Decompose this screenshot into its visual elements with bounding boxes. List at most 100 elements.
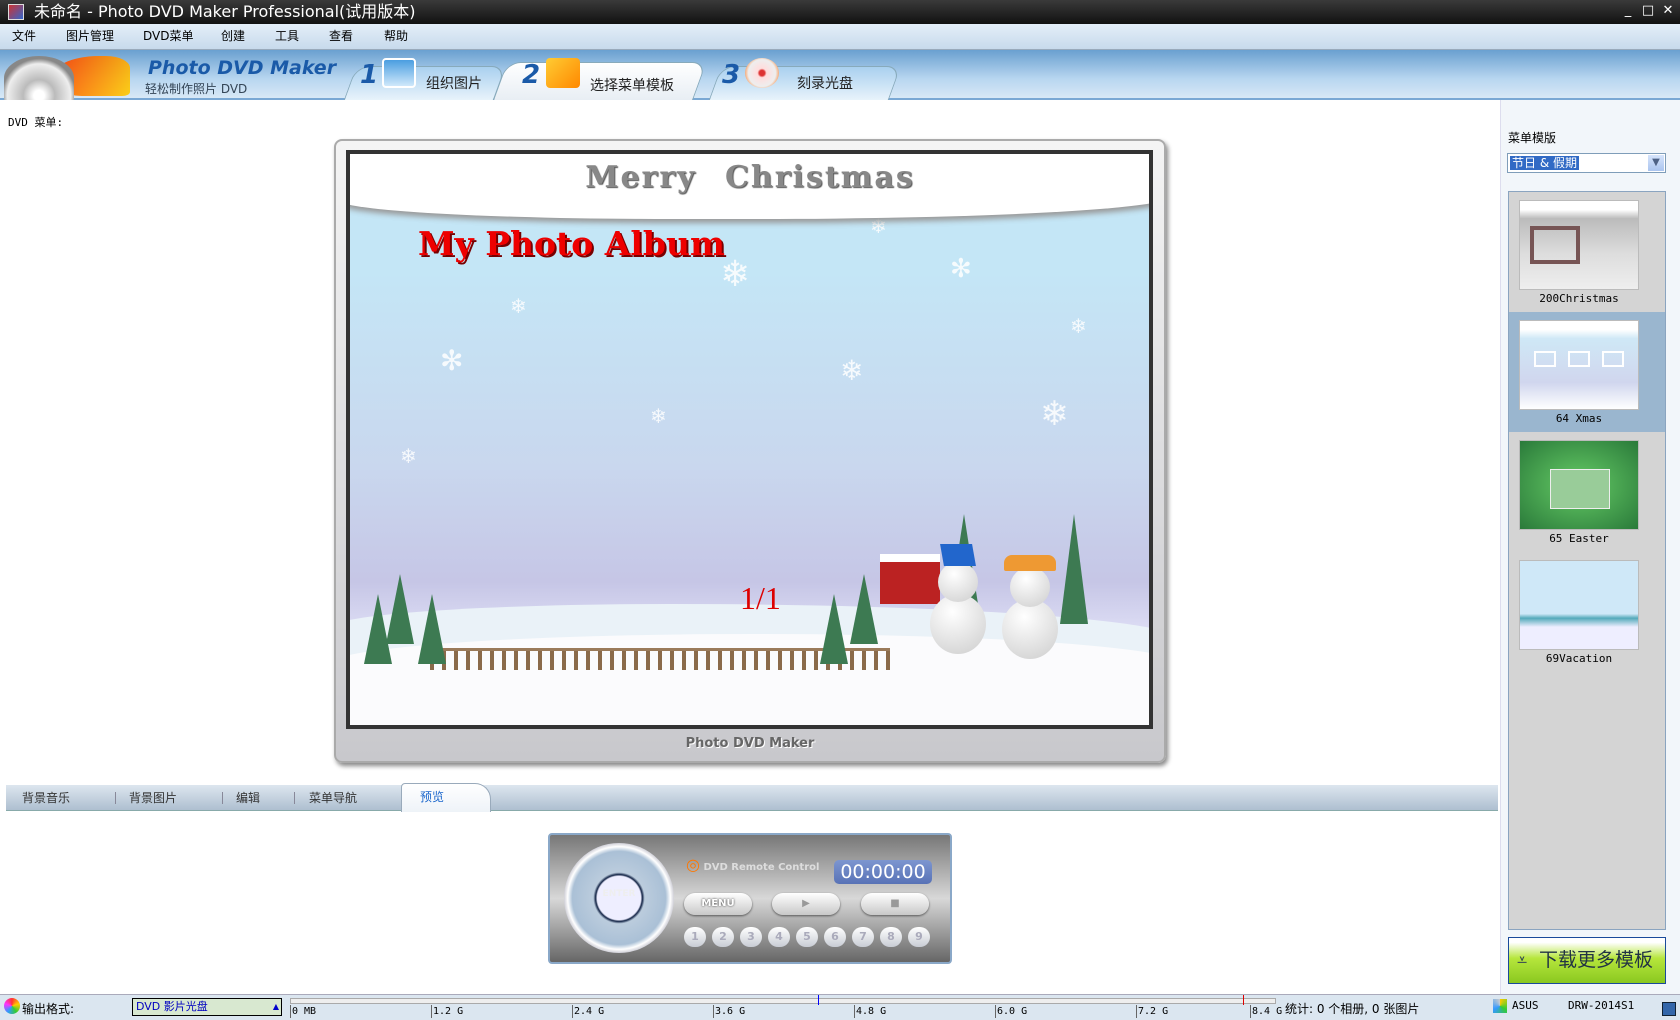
output-format-label: 输出格式:	[22, 1002, 75, 1016]
template-name: 64 Xmas	[1555, 412, 1603, 425]
tab-menu-navigation[interactable]: 菜单导航	[309, 785, 357, 811]
title-bar: 未命名 - Photo DVD Maker Professional(试用版本)…	[0, 0, 1680, 24]
photos-icon	[382, 58, 416, 88]
snowman	[1002, 549, 1058, 659]
step-3-number: 3	[722, 60, 741, 90]
cd-drive-icon[interactable]	[1493, 999, 1507, 1013]
chevron-down-icon[interactable]: ▼	[1648, 155, 1664, 171]
app-icon[interactable]	[8, 4, 24, 20]
menu-create[interactable]: 创建	[221, 24, 245, 49]
tab-divider	[294, 792, 295, 804]
template-label: 菜单模版	[1508, 131, 1557, 145]
tab-preview[interactable]: 预览	[401, 783, 491, 812]
number-button-1[interactable]: 1	[684, 927, 706, 947]
template-list[interactable]: 200Christmas 64 Xmas 65 Easter 69Vacatio…	[1508, 191, 1666, 930]
template-name: 69Vacation	[1545, 652, 1613, 665]
output-format-value: DVD 影片光盘	[136, 1000, 208, 1013]
template-item[interactable]: 69Vacation	[1509, 552, 1665, 672]
drive-vendor[interactable]: ASUS	[1512, 999, 1539, 1012]
tab-background-music[interactable]: 背景音乐	[22, 785, 70, 811]
pine-tree	[386, 574, 414, 644]
step-3-label: 刻录光盘	[797, 76, 853, 92]
number-button-7[interactable]: 7	[852, 927, 874, 947]
logo-disc-icon	[4, 56, 74, 100]
template-item[interactable]: 64 Xmas	[1509, 312, 1665, 432]
menu-preview-screen[interactable]: ❄ ❄ ✻ ❄ ❄ ❄ ❄ ✻ ❄ ❄ Merry Christmas My P…	[346, 150, 1153, 729]
swirl-logo-icon: ◎	[686, 855, 700, 874]
tab-edit[interactable]: 编辑	[236, 785, 260, 811]
number-button-6[interactable]: 6	[824, 927, 846, 947]
menu-file[interactable]: 文件	[12, 24, 36, 49]
tray-icon[interactable]	[1662, 1002, 1676, 1016]
menu-button[interactable]: MENU	[684, 893, 752, 915]
menu-tools[interactable]: 工具	[275, 24, 299, 49]
album-title[interactable]: My Photo Album	[418, 224, 725, 263]
stop-button[interactable]: ■	[861, 893, 929, 915]
tab-background-image[interactable]: 背景图片	[129, 785, 177, 811]
step-1-label: 组织图片	[426, 76, 482, 92]
album-stats: 统计: 0 个相册, 0 张图片	[1285, 1002, 1420, 1016]
template-item[interactable]: 200Christmas	[1509, 192, 1665, 312]
number-button-8[interactable]: 8	[880, 927, 902, 947]
maximize-button[interactable]: □	[1640, 3, 1656, 19]
pine-tree	[418, 594, 446, 664]
drive-model[interactable]: DRW-2014S1	[1568, 999, 1634, 1012]
step-2-number: 2	[522, 60, 541, 90]
dvd-menu-label: DVD 菜单:	[8, 116, 64, 129]
capacity-marker-dvd5	[818, 995, 819, 1005]
minimize-button[interactable]: _	[1620, 3, 1636, 19]
template-category-value: 节日 & 假期	[1510, 156, 1579, 170]
snowflake-icon: ✻	[950, 254, 972, 284]
capacity-tick: 0 MB	[290, 1005, 317, 1018]
snowflake-icon: ❄	[1040, 394, 1069, 434]
menu-header-text: Merry Christmas	[585, 160, 915, 195]
template-category-select[interactable]: 节日 & 假期 ▼	[1507, 153, 1666, 173]
number-button-3[interactable]: 3	[740, 927, 762, 947]
template-thumbnail	[1519, 560, 1639, 650]
bottom-tab-bar	[6, 785, 1498, 811]
brand-subtitle: 轻松制作照片 DVD	[145, 82, 248, 96]
close-button[interactable]: ✕	[1660, 3, 1676, 19]
menu-view[interactable]: 查看	[329, 24, 353, 49]
capacity-tick: 1.2 G	[431, 1005, 464, 1018]
page-indicator: 1/1	[740, 580, 781, 616]
capacity-tick: 2.4 G	[572, 1005, 605, 1018]
number-button-2[interactable]: 2	[712, 927, 734, 947]
number-button-5[interactable]: 5	[796, 927, 818, 947]
menu-dvd-menu[interactable]: DVD菜单	[143, 24, 193, 49]
step-1-number: 1	[360, 60, 379, 90]
snowman	[930, 544, 986, 654]
menu-help[interactable]: 帮助	[384, 24, 408, 49]
output-format-select[interactable]: DVD 影片光盘 ▲	[132, 998, 282, 1016]
number-button-9[interactable]: 9	[908, 927, 930, 947]
capacity-tick: 7.2 G	[1136, 1005, 1169, 1018]
remote-logo: ◎ DVD Remote Control	[686, 855, 819, 874]
menu-image-manage[interactable]: 图片管理	[66, 24, 114, 49]
download-templates-button[interactable]: ⩡ 下载更多模板	[1508, 937, 1666, 984]
snowflake-icon: ❄	[650, 404, 667, 428]
snowflake-icon: ❄	[400, 444, 417, 468]
capacity-marker-dvd9	[1243, 995, 1244, 1005]
capacity-tick: 3.6 G	[713, 1005, 746, 1018]
snowflake-icon: ✻	[440, 344, 464, 377]
play-icon: ▶	[802, 898, 810, 909]
template-item[interactable]: 65 Easter	[1509, 432, 1665, 552]
download-icon: ⩡	[1517, 950, 1528, 971]
pine-tree	[850, 574, 878, 644]
pine-tree	[1060, 514, 1088, 624]
enter-button[interactable]: ENTER	[564, 889, 674, 899]
template-thumbnail	[1519, 200, 1639, 290]
remote-logo-text: DVD Remote Control	[703, 862, 820, 873]
disc-icon	[4, 998, 20, 1014]
template-name: 200Christmas	[1539, 292, 1619, 305]
chevron-up-icon: ▲	[272, 1002, 279, 1011]
stop-icon: ■	[890, 898, 900, 909]
burn-disc-icon	[745, 58, 779, 88]
snowflake-icon: ❄	[1070, 314, 1087, 338]
play-button[interactable]: ▶	[772, 893, 840, 915]
number-button-4[interactable]: 4	[768, 927, 790, 947]
pine-tree	[820, 594, 848, 664]
navigation-dial[interactable]: ENTER	[564, 843, 674, 953]
snowflake-icon: ❄	[840, 354, 864, 387]
snowflake-icon: ❄	[510, 294, 527, 318]
